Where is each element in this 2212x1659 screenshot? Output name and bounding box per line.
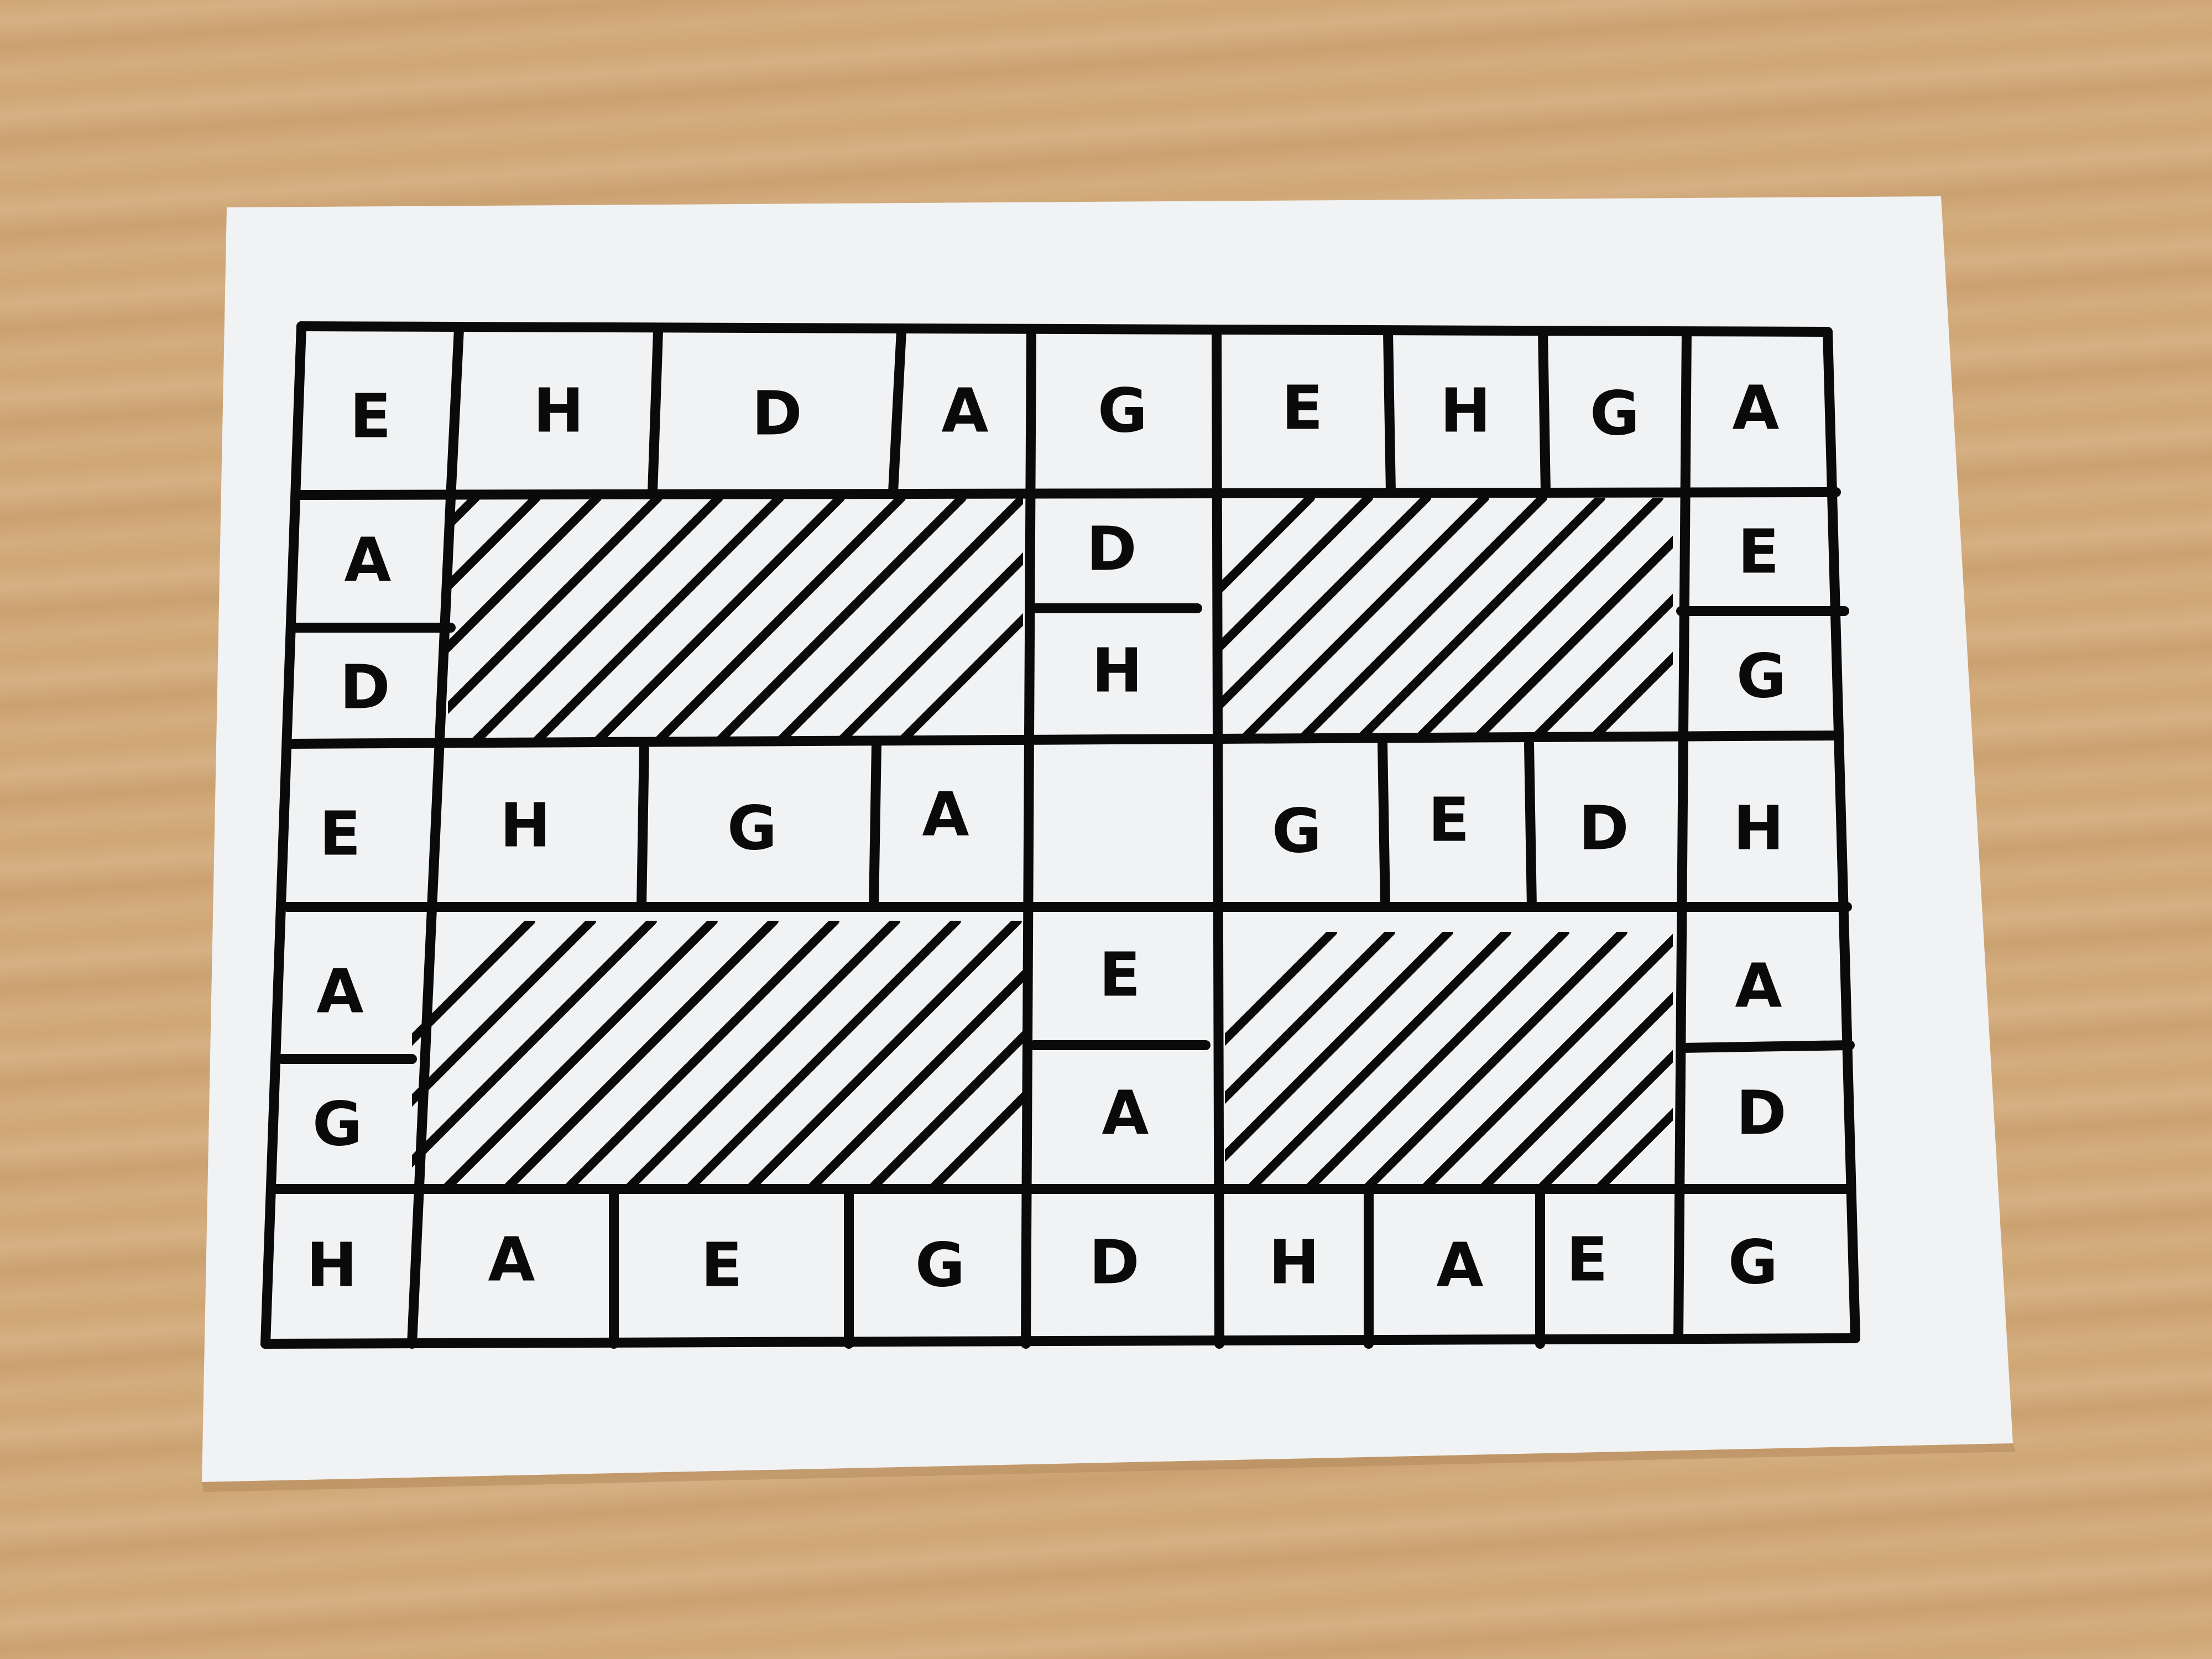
board-letter-row1-7: H — [1440, 375, 1491, 446]
board-letter-row1-9: A — [1732, 372, 1779, 443]
board-letter-row7-7: A — [1436, 1229, 1483, 1300]
board-letter-right-column-3: H — [1733, 792, 1784, 863]
board-letter-right-column-4: A — [1735, 950, 1782, 1021]
board-letter-row7-6: H — [1269, 1227, 1319, 1297]
board-letter-right-column-5: D — [1736, 1077, 1786, 1148]
board-letter-left-column-2: D — [340, 651, 390, 722]
board-letter-row4-left-3: A — [922, 779, 969, 849]
board-letter-row1-3: D — [752, 378, 802, 448]
board-letter-right-column-2: G — [1736, 640, 1786, 711]
board-letter-center-lower-1: E — [1099, 939, 1140, 1010]
board-letter-left-column-4: A — [316, 956, 363, 1026]
photo-scene: E H D A G E H G AADEAGEGHADH G A G E DDHEAH A E G D H A E G — [202, 196, 2016, 1492]
board-letter-center-lower-2: A — [1102, 1077, 1149, 1148]
board-letter-row4-right-1: G — [1272, 795, 1322, 866]
board-letter-row4-right-2: E — [1428, 784, 1469, 855]
board-letter-row7-9: G — [1728, 1227, 1778, 1297]
board-letter-left-column-3: E — [319, 798, 361, 869]
board-letter-row4-right-3: D — [1578, 792, 1629, 863]
board-letter-left-column-1: A — [344, 524, 391, 595]
board-letter-center-upper-2: H — [1092, 635, 1142, 706]
board-letter-center-upper-1: D — [1086, 513, 1136, 584]
board-letter-row1-8: G — [1590, 378, 1640, 448]
board-letter-row7-5: D — [1089, 1227, 1139, 1297]
board-letter-row1-6: E — [1281, 372, 1323, 443]
board-letter-row1-5: G — [1098, 375, 1147, 446]
board-letter-row7-4: G — [915, 1229, 965, 1300]
board-letter-row4-left-2: G — [727, 792, 777, 863]
board-letter-left-column-5: G — [312, 1088, 362, 1159]
board-letter-row7-8: E — [1566, 1224, 1608, 1295]
board-letter-row1-4: A — [941, 375, 988, 446]
board-letter-row1-1: E — [349, 380, 391, 451]
board-letter-row1-2: H — [533, 375, 584, 446]
board-letter-row7-1: H — [306, 1229, 357, 1300]
board-letter-right-column-1: E — [1738, 516, 1779, 587]
board-letter-row7-2: A — [488, 1224, 535, 1295]
board-letter-row7-3: E — [701, 1229, 742, 1300]
board-letter-row4-left-1: H — [500, 790, 551, 860]
